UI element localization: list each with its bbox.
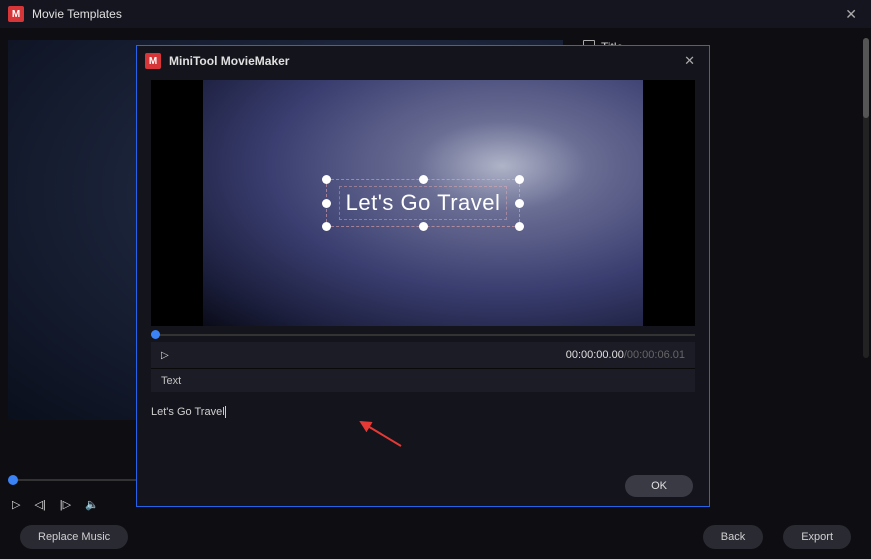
right-panel-scrollbar[interactable]	[863, 38, 869, 358]
text-cursor	[225, 406, 226, 418]
replace-music-button[interactable]: Replace Music	[20, 525, 128, 549]
scrollbar-thumb[interactable]	[863, 38, 869, 118]
time-current: 00:00:00.00	[566, 349, 624, 361]
dialog-header[interactable]: M MiniTool MovieMaker ✕	[137, 46, 709, 76]
dialog-playbar: ▷ 00:00:00.00/00:00:06.01	[151, 342, 695, 368]
main-window-header: M Movie Templates ✕	[0, 0, 871, 28]
dialog-timeline[interactable]	[151, 334, 695, 336]
background-playhead[interactable]	[8, 475, 18, 485]
close-icon[interactable]: ✕	[678, 51, 701, 71]
volume-icon[interactable]: 🔈	[85, 498, 99, 511]
title-text-input[interactable]: Let's Go Travel	[151, 402, 695, 450]
dialog-timeline-area: ▷ 00:00:00.00/00:00:06.01	[137, 326, 709, 368]
resize-handle[interactable]	[515, 199, 524, 208]
export-button[interactable]: Export	[783, 525, 851, 549]
dialog-title: MiniTool MovieMaker	[169, 54, 678, 68]
footer-bar: Replace Music Back Export	[0, 515, 871, 559]
window-title: Movie Templates	[32, 7, 839, 21]
resize-handle[interactable]	[322, 175, 331, 184]
app-logo-icon: M	[8, 6, 24, 22]
dialog-footer: OK	[137, 466, 709, 506]
resize-handle[interactable]	[322, 222, 331, 231]
dialog-tab-strip: Text	[151, 368, 695, 392]
resize-handle[interactable]	[515, 175, 524, 184]
play-icon[interactable]: ▷	[161, 350, 169, 361]
preview-text: Let's Go Travel	[339, 186, 508, 220]
next-frame-icon[interactable]: |▷	[60, 498, 71, 511]
tab-text[interactable]: Text	[161, 375, 181, 387]
close-icon[interactable]: ✕	[839, 4, 863, 25]
resize-handle[interactable]	[419, 175, 428, 184]
back-button[interactable]: Back	[703, 525, 763, 549]
dialog-preview-canvas[interactable]: Let's Go Travel	[151, 80, 695, 326]
prev-frame-icon[interactable]: ◁|	[34, 498, 45, 511]
text-overlay-bounding-box[interactable]: Let's Go Travel	[326, 179, 521, 227]
resize-handle[interactable]	[322, 199, 331, 208]
text-editor-dialog: M MiniTool MovieMaker ✕ Let's Go Travel …	[136, 45, 710, 507]
resize-handle[interactable]	[515, 222, 524, 231]
background-playback-controls: ▷ ◁| |▷ 🔈	[12, 498, 99, 511]
resize-handle[interactable]	[419, 222, 428, 231]
timecode: 00:00:00.00/00:00:06.01	[566, 349, 685, 361]
time-total: /00:00:06.01	[624, 349, 685, 361]
ok-button[interactable]: OK	[625, 475, 693, 497]
text-input-area: Let's Go Travel	[151, 402, 695, 450]
dialog-playhead[interactable]	[151, 330, 160, 339]
app-logo-icon: M	[145, 53, 161, 69]
play-icon[interactable]: ▷	[12, 498, 20, 511]
